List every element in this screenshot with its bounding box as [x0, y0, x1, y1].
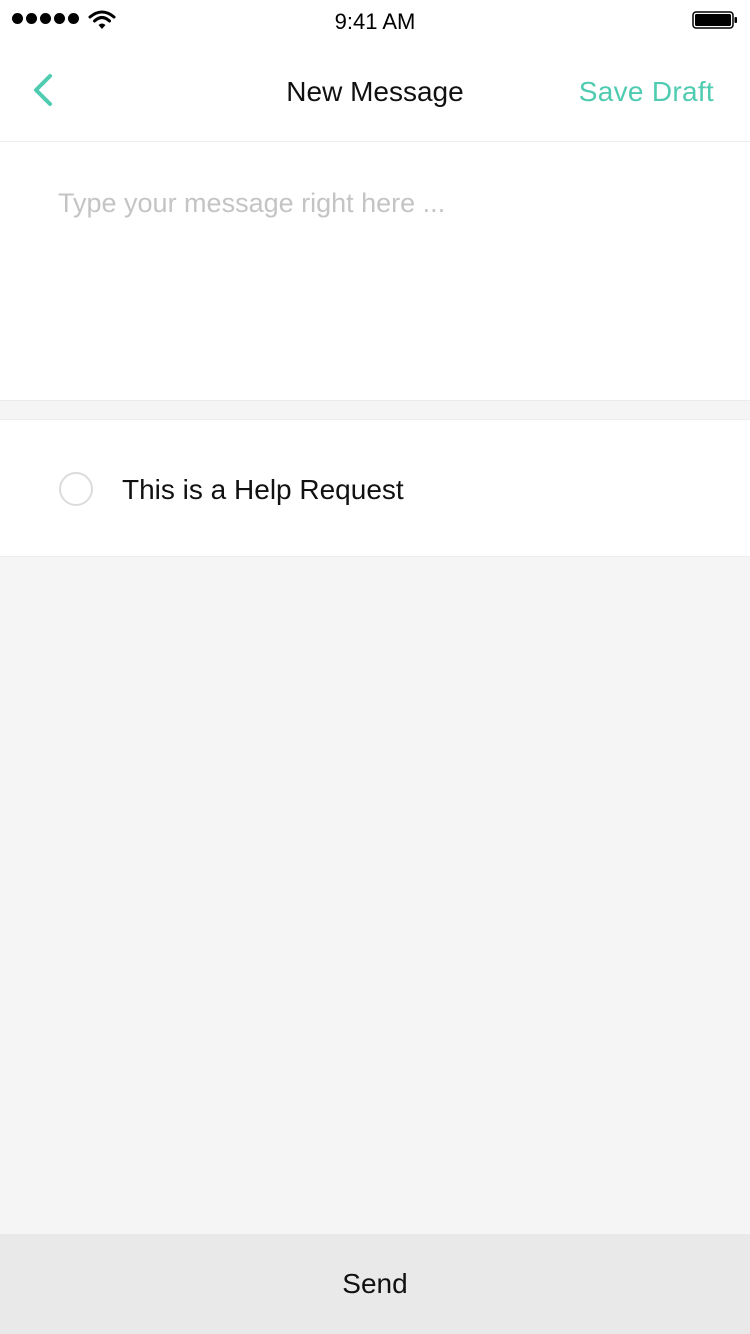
send-button-label: Send [342, 1268, 408, 1299]
help-request-radio[interactable] [59, 472, 93, 506]
help-request-option[interactable]: This is a Help Request [0, 419, 750, 557]
battery-icon [692, 11, 737, 29]
help-request-label: This is a Help Request [122, 474, 404, 505]
status-bar: 9:41 AM [0, 0, 750, 40]
message-composer [0, 142, 750, 401]
navigation-bar: New Message Save Draft [0, 40, 750, 142]
status-time: 9:41 AM [334, 9, 416, 34]
message-input[interactable] [58, 188, 698, 368]
send-button[interactable]: Send [0, 1234, 750, 1334]
save-draft-button[interactable]: Save Draft [579, 76, 714, 108]
